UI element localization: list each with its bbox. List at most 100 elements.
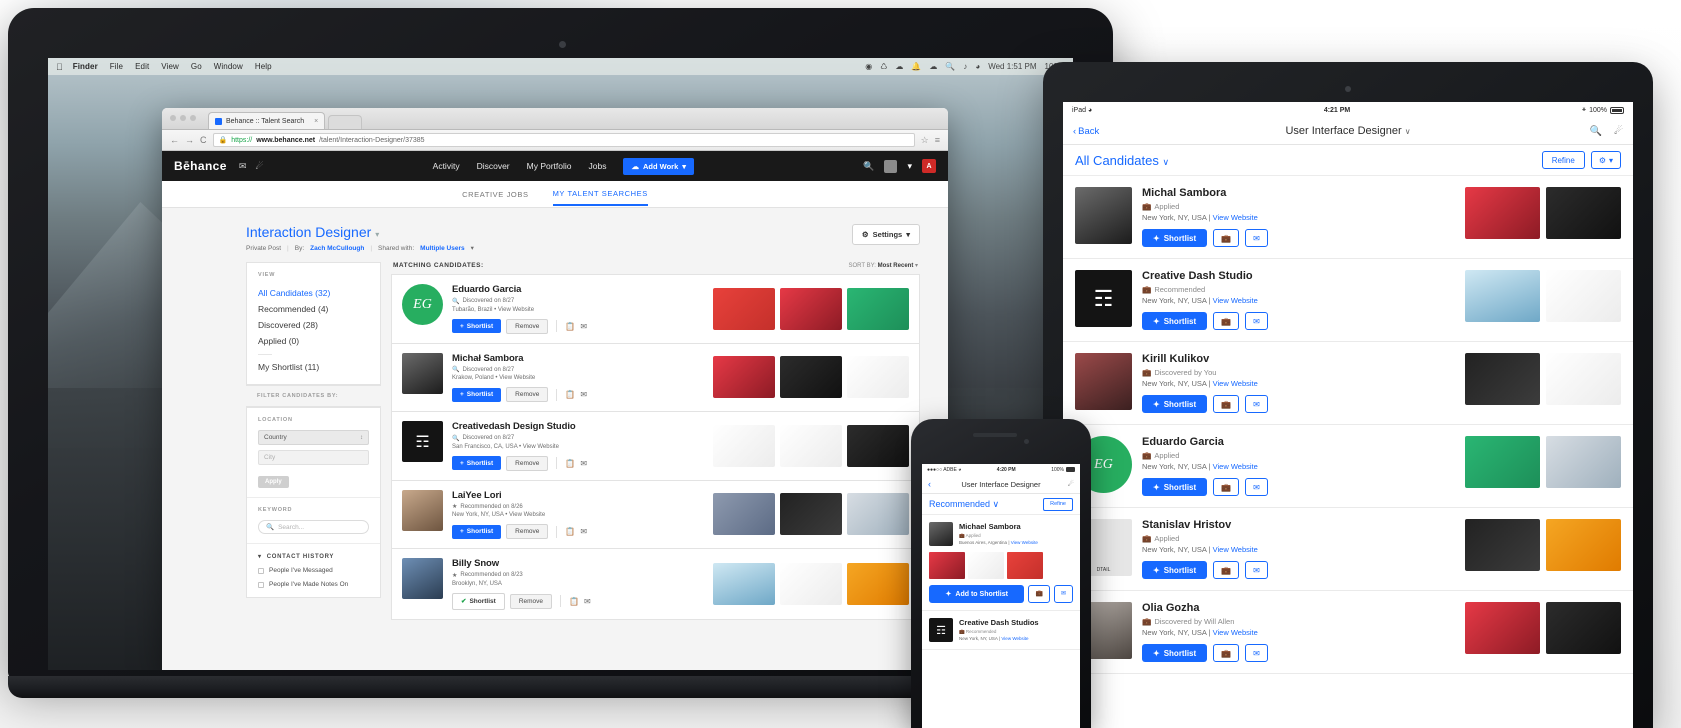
candidate-name[interactable]: Billy Snow [452,558,612,569]
shortlist-button[interactable]: ✦ Shortlist [1142,644,1208,662]
list-item[interactable]: ☶ Creative Dash Studio 💼 Recommended New … [1063,259,1633,342]
note-icon[interactable]: 📋 [565,390,575,399]
remove-button[interactable]: Remove [506,318,549,334]
sidebar-item-all-candidates[interactable]: All Candidates (32) [258,285,369,301]
mail-icon[interactable]: ✉ [1245,478,1268,496]
note-icon[interactable]: 💼 [1213,644,1240,662]
adobe-icon[interactable]: A [922,159,936,173]
browser-menu-icon[interactable]: ≡ [935,135,940,145]
checkbox-row-messaged[interactable]: People I've Messaged [258,567,369,574]
shortlist-button[interactable]: ✦ Shortlist [1142,395,1208,413]
back-button[interactable]: ‹ Back [1073,126,1099,137]
portfolio-thumb[interactable] [1546,270,1621,322]
list-item[interactable]: Olia Gozha 💼 Discovered by Will Allen New… [1063,591,1633,674]
portfolio-thumb[interactable] [780,562,842,605]
menu-help[interactable]: Help [255,62,272,71]
view-website-link[interactable]: View Website [1213,213,1258,222]
sync-icon[interactable]: ♺ [880,62,887,71]
candidate-name[interactable]: Eduardo Garcia [452,284,612,295]
shortlist-button[interactable]: ✦ Shortlist [1142,312,1208,330]
page-title[interactable]: Interaction Designer ▾ [246,224,474,240]
candidate-name[interactable]: Eduardo Garcia [1142,436,1327,448]
spotlight-icon[interactable]: 🔍 [945,62,955,71]
note-icon[interactable]: 💼 [1213,561,1240,579]
refine-button[interactable]: Refine [1541,151,1585,169]
window-controls[interactable] [170,115,196,121]
page-title-caret-icon[interactable]: ▾ [375,230,379,239]
mail-icon[interactable]: ✉ [580,322,587,331]
candidate-name[interactable]: Creative Dash Studio [1142,270,1327,282]
portfolio-thumb[interactable] [780,424,842,467]
back-icon[interactable]: ← [170,135,179,145]
shortlist-button[interactable]: + Shortlist [452,456,502,470]
table-row[interactable]: Billy Snow ★ Recommended on 8/23 Brookly… [391,548,920,620]
portfolio-thumb[interactable] [713,424,775,467]
remove-button[interactable]: Remove [506,455,549,471]
cloud-filled-icon[interactable]: ☁ [929,62,937,71]
portfolio-thumb[interactable] [1465,187,1540,239]
add-work-button[interactable]: ☁ Add Work ▾ [623,157,695,175]
view-website-link[interactable]: View Website [1213,379,1258,388]
sort-control[interactable]: SORT BY: Most Recent ▾ [849,262,919,269]
apply-button[interactable]: Apply [258,476,289,488]
portfolio-thumb[interactable] [847,424,909,467]
portfolio-thumb[interactable] [847,356,909,399]
zoom-window-dot[interactable] [190,115,196,121]
table-row[interactable]: LaiYee Lori ★ Recommended on 8/26 New Yo… [391,479,920,548]
minimize-window-dot[interactable] [180,115,186,121]
portfolio-thumb[interactable] [1546,602,1621,654]
list-item[interactable]: Michael Sambora 💼 Applied Buenos Aires, … [922,515,1080,611]
shortlist-button[interactable]: + Shortlist [452,319,502,333]
menubar-clock[interactable]: Wed 1:51 PM [988,62,1036,71]
mail-icon[interactable]: ✉ [580,459,587,468]
mail-icon[interactable]: ✉ [1245,395,1268,413]
cloud-icon[interactable]: ☁ [895,62,903,71]
sidebar-item-my-shortlist[interactable]: My Shortlist (11) [258,359,369,375]
chevron-down-icon[interactable]: ▾ [907,161,912,172]
add-to-shortlist-button[interactable]: ✦ Add to Shortlist [929,585,1025,603]
table-row[interactable]: EG Eduardo Garcia 🔍 Discovered on 8/27 T… [391,274,920,343]
note-icon[interactable]: 💼 [1213,312,1240,330]
forward-icon[interactable]: → [185,135,194,145]
filter-dropdown[interactable]: All Candidates ∨ [1075,153,1169,168]
menu-file[interactable]: File [110,62,123,71]
tab-my-talent-searches[interactable]: MY TALENT SEARCHES [552,182,648,206]
checkbox-row-notes[interactable]: People I've Made Notes On [258,581,369,588]
remove-button[interactable]: Remove [509,593,553,609]
portfolio-thumb[interactable] [780,287,842,330]
view-website-link[interactable]: View Website [498,307,534,313]
list-item[interactable]: Michal Sambora 💼 Applied New York, NY, US… [1063,176,1633,259]
table-row[interactable]: Michał Sambora 🔍 Discovered on 8/27 Krak… [391,342,920,411]
candidate-name[interactable]: Olia Gozha [1142,602,1327,614]
meta-shared-value[interactable]: Multiple Users [420,245,464,252]
reload-icon[interactable]: C [200,135,207,145]
behance-logo[interactable]: Bēhance [174,159,227,173]
mail-icon[interactable]: ✉ [239,161,247,172]
menu-view[interactable]: View [161,62,179,71]
remove-button[interactable]: Remove [506,524,549,539]
note-icon[interactable]: 💼 [1213,478,1240,496]
sidebar-item-discovered[interactable]: Discovered (28) [258,317,369,333]
portfolio-thumb[interactable] [1546,436,1621,488]
shortlist-button[interactable]: ✦ Shortlist [1142,229,1208,247]
candidate-name[interactable]: Kirill Kulikov [1142,353,1327,365]
portfolio-thumb[interactable] [1465,602,1540,654]
portfolio-thumb[interactable] [1465,519,1540,571]
portfolio-thumb[interactable] [1546,519,1621,571]
checkbox-messaged[interactable] [258,567,264,574]
bell-icon[interactable]: ☄ [255,161,263,172]
meta-shared-caret-icon[interactable]: ▾ [471,244,474,252]
list-item[interactable]: Kirill Kulikov 💼 Discovered by You New Yo… [1063,342,1633,425]
bell-icon[interactable]: ☄ [1068,480,1074,488]
note-icon[interactable]: 💼 [1028,585,1050,603]
list-item[interactable]: DTAIL Stanislav Hristov 💼 Applied New Yor… [1063,508,1633,591]
meta-by-value[interactable]: Zach McCullough [310,245,364,252]
view-website-link[interactable]: View Website [1213,628,1258,637]
shortlist-button[interactable]: + Shortlist [452,387,502,402]
portfolio-thumb[interactable] [1465,353,1540,405]
view-website-link[interactable]: View Website [1213,296,1258,305]
view-website-link[interactable]: View Website [1001,636,1028,641]
nav-link-my-portfolio[interactable]: My Portfolio [527,161,572,171]
portfolio-thumb[interactable] [713,562,775,605]
new-tab-button[interactable] [328,115,363,129]
